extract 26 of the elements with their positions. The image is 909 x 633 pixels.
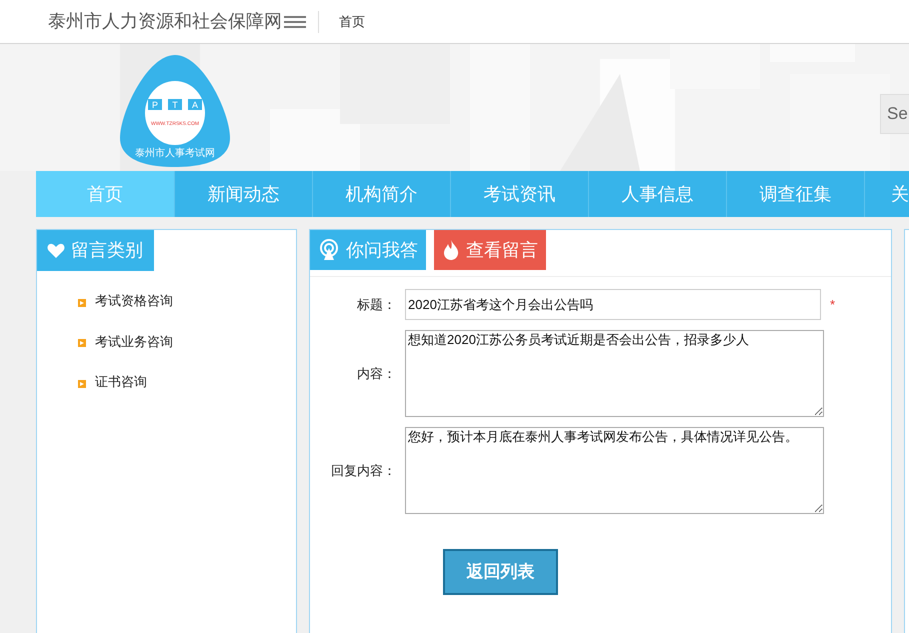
- site-title: 泰州市人力资源和社会保障网: [48, 10, 282, 33]
- category-link[interactable]: 考试业务咨询: [95, 332, 173, 351]
- field-label: 标题：: [356, 296, 396, 314]
- content-field[interactable]: 您好，预计本月底在泰州人事考试网发布公告，具体情况详见公告。: [405, 427, 824, 514]
- arrow-bullet-icon: [78, 380, 86, 388]
- panel-tab[interactable]: 查看留言: [434, 230, 546, 270]
- nav-tab[interactable]: 关: [864, 171, 909, 217]
- field-label: 回复内容：: [330, 462, 396, 480]
- category-link[interactable]: 考试资格咨询: [95, 291, 173, 310]
- content-field[interactable]: 想知道2020江苏公务员考试近期是否会出公告，招录多少人: [405, 330, 824, 417]
- field-label: 内容：: [356, 364, 396, 383]
- back-to-list-button[interactable]: 返回列表: [443, 549, 558, 595]
- title-field[interactable]: 2020江苏省考这个月会出公告吗: [405, 289, 821, 320]
- required-mark: *: [830, 296, 836, 314]
- arrow-bullet-icon: [78, 298, 86, 307]
- search-field[interactable]: Se: [880, 94, 909, 134]
- sidebar-title: 留言类别: [71, 239, 143, 262]
- panel-tab[interactable]: 你问我答: [310, 230, 426, 270]
- header-link[interactable]: 首页: [339, 12, 365, 32]
- signal-tower-icon: [318, 239, 340, 261]
- menu-icon[interactable]: [284, 14, 306, 28]
- flame-icon: [442, 239, 460, 261]
- category-link[interactable]: 证书咨询: [95, 372, 147, 392]
- arrow-bullet-icon: [78, 339, 86, 348]
- nav-tab[interactable]: 首页: [36, 171, 174, 217]
- heart-icon: [47, 242, 65, 258]
